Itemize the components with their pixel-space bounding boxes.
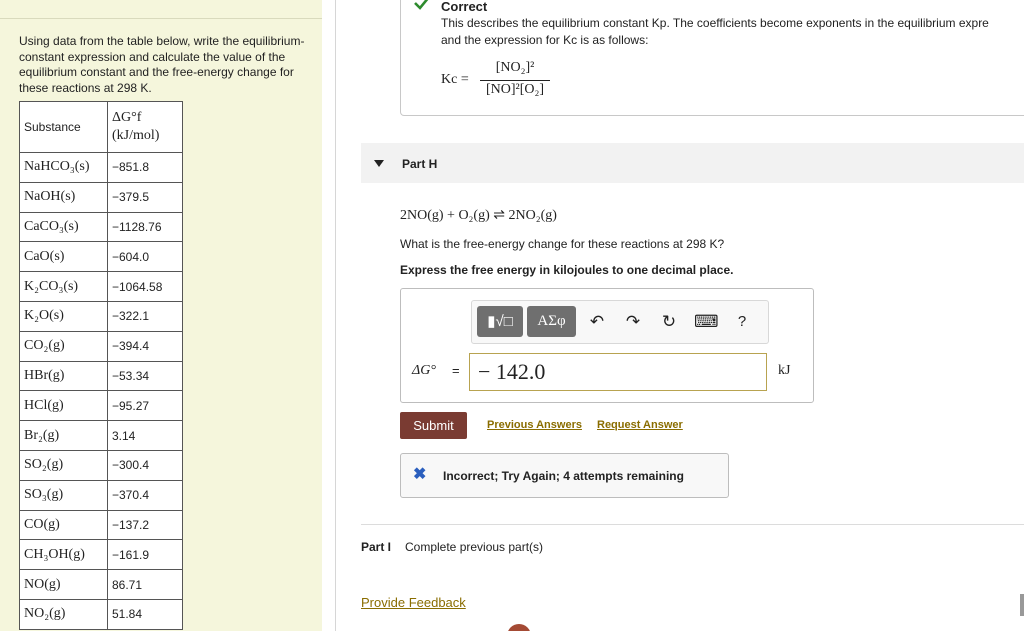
- thermo-data-table: Substance ΔG°f (kJ/mol) NaHCO₃(s) −851.8 N…: [19, 101, 183, 630]
- column-divider: [335, 0, 336, 631]
- part-h-header[interactable]: [361, 143, 1024, 183]
- substance-cell: HBr(g): [19, 360, 108, 392]
- delta-g-cell: −300.4: [107, 449, 183, 481]
- substance-cell: NaOH(s): [19, 181, 108, 213]
- delta-g-cell: 3.14: [107, 420, 183, 451]
- header-substance: Substance: [19, 101, 108, 153]
- provide-feedback-link[interactable]: Provide Feedback: [361, 595, 466, 610]
- delta-g-cell: −1128.76: [107, 211, 183, 243]
- fraction-bar: [480, 80, 550, 81]
- header-delta-g: ΔG°f (kJ/mol): [107, 101, 183, 153]
- answer-instruction: Express the free energy in kilojoules to…: [400, 263, 734, 277]
- delta-g-cell: −322.1: [107, 300, 183, 332]
- substance-cell: NaHCO₃(s): [19, 152, 108, 183]
- table-row: NaHCO₃(s) −851.8: [19, 152, 183, 183]
- floating-action-button[interactable]: [507, 624, 531, 631]
- question-text: What is the free-energy change for these…: [400, 237, 725, 251]
- delta-g-cell: 51.84: [107, 598, 183, 630]
- substance-cell: K₂CO₃(s): [19, 271, 108, 302]
- correct-line-1: This describes the equilibrium constant …: [441, 16, 989, 30]
- substance-cell: Br₂(g): [19, 420, 108, 451]
- incorrect-feedback-text: Incorrect; Try Again; 4 attempts remaini…: [443, 469, 684, 483]
- table-row: NO₂(g) 51.84: [19, 598, 183, 630]
- panel-top-divider: [0, 18, 322, 19]
- equals-sign: =: [452, 363, 460, 378]
- substance-cell: K₂O(s): [19, 300, 108, 332]
- check-icon: [414, 0, 429, 10]
- part-i-label[interactable]: Part I: [361, 540, 391, 554]
- caret-down-icon[interactable]: [374, 160, 384, 167]
- table-row: SO₂(g) −300.4: [19, 449, 183, 481]
- table-row: NaOH(s) −379.5: [19, 181, 183, 213]
- table-row: SO₃(g) −370.4: [19, 479, 183, 511]
- delta-g-label: ΔG°: [412, 363, 436, 378]
- delta-g-cell: −379.5: [107, 181, 183, 213]
- substance-cell: CaCO₃(s): [19, 211, 108, 243]
- kc-fraction: [NO₂]² [NO]²[O₂]: [480, 60, 550, 100]
- table-row: CH₃OH(g) −161.9: [19, 539, 183, 571]
- delta-g-cell: −604.0: [107, 241, 183, 273]
- table-row: CO(g) −137.2: [19, 509, 183, 541]
- delta-g-cell: −95.27: [107, 390, 183, 422]
- kc-denominator: [NO]²[O₂]: [485, 82, 545, 97]
- table-row: CaO(s) −604.0: [19, 241, 183, 273]
- delta-g-cell: 86.71: [107, 569, 183, 600]
- request-answer-link[interactable]: Request Answer: [597, 419, 683, 431]
- previous-answers-link[interactable]: Previous Answers: [487, 419, 582, 431]
- kc-numerator: [NO₂]²: [495, 60, 535, 75]
- substance-cell: HCl(g): [19, 390, 108, 422]
- correct-line-2: and the expression for Kc is as follows:: [441, 33, 649, 47]
- answer-input[interactable]: − 142.0: [469, 353, 767, 391]
- keyboard-icon[interactable]: ⌨: [694, 311, 719, 333]
- undo-icon[interactable]: ↶: [586, 311, 608, 333]
- substance-cell: CaO(s): [19, 241, 108, 273]
- substance-cell: SO₂(g): [19, 449, 108, 481]
- substance-cell: CO(g): [19, 509, 108, 541]
- substance-cell: NO₂(g): [19, 598, 108, 630]
- delta-g-cell: −161.9: [107, 539, 183, 571]
- table-row: HCl(g) −95.27: [19, 390, 183, 422]
- reset-icon[interactable]: ↻: [658, 311, 680, 333]
- delta-g-cell: −370.4: [107, 479, 183, 511]
- substance-cell: NO(g): [19, 569, 108, 600]
- correct-explanation: This describes the equilibrium constant …: [441, 15, 1024, 49]
- table-row: HBr(g) −53.34: [19, 360, 183, 392]
- delta-g-cell: −137.2: [107, 509, 183, 541]
- table-row: Br₂(g) 3.14: [19, 420, 183, 451]
- table-header-row: Substance ΔG°f (kJ/mol): [19, 101, 183, 153]
- substance-cell: SO₃(g): [19, 479, 108, 511]
- delta-g-cell: −53.34: [107, 360, 183, 392]
- part-i-status: Complete previous part(s): [405, 540, 544, 554]
- delta-g-cell: −394.4: [107, 330, 183, 362]
- symbols-button[interactable]: ΑΣφ: [527, 306, 576, 337]
- help-icon[interactable]: ?: [731, 311, 753, 333]
- table-row: K₂O(s) −322.1: [19, 300, 183, 332]
- part-separator: [361, 524, 1024, 525]
- scrollbar[interactable]: [1020, 594, 1024, 616]
- table-row: NO(g) 86.71: [19, 569, 183, 600]
- table-row: K₂CO₃(s) −1064.58: [19, 271, 183, 302]
- page: Using data from the table below, write t…: [0, 0, 1024, 631]
- x-icon: ✖: [413, 466, 427, 483]
- unit-label: kJ: [778, 363, 791, 378]
- substance-cell: CO₂(g): [19, 330, 108, 362]
- table-body: NaHCO₃(s) −851.8 NaOH(s) −379.5 CaCO₃(s) −112…: [19, 152, 183, 630]
- table-row: CO₂(g) −394.4: [19, 330, 183, 362]
- correct-title: Correct: [441, 0, 488, 14]
- table-row: CaCO₃(s) −1128.76: [19, 211, 183, 243]
- part-h-label[interactable]: Part H: [402, 157, 437, 171]
- delta-g-cell: −1064.58: [107, 271, 183, 302]
- kc-label: Kc =: [441, 72, 469, 87]
- problem-instructions: Using data from the table below, write t…: [19, 34, 305, 95]
- submit-button[interactable]: Submit: [400, 412, 467, 439]
- delta-g-cell: −851.8: [107, 152, 183, 183]
- redo-icon[interactable]: ↷: [622, 311, 644, 333]
- reaction-equation: 2NO(g) + O₂(g) ⇌ 2NO₂(g): [400, 208, 557, 223]
- substance-cell: CH₃OH(g): [19, 539, 108, 571]
- template-button[interactable]: ▮√□: [477, 306, 523, 337]
